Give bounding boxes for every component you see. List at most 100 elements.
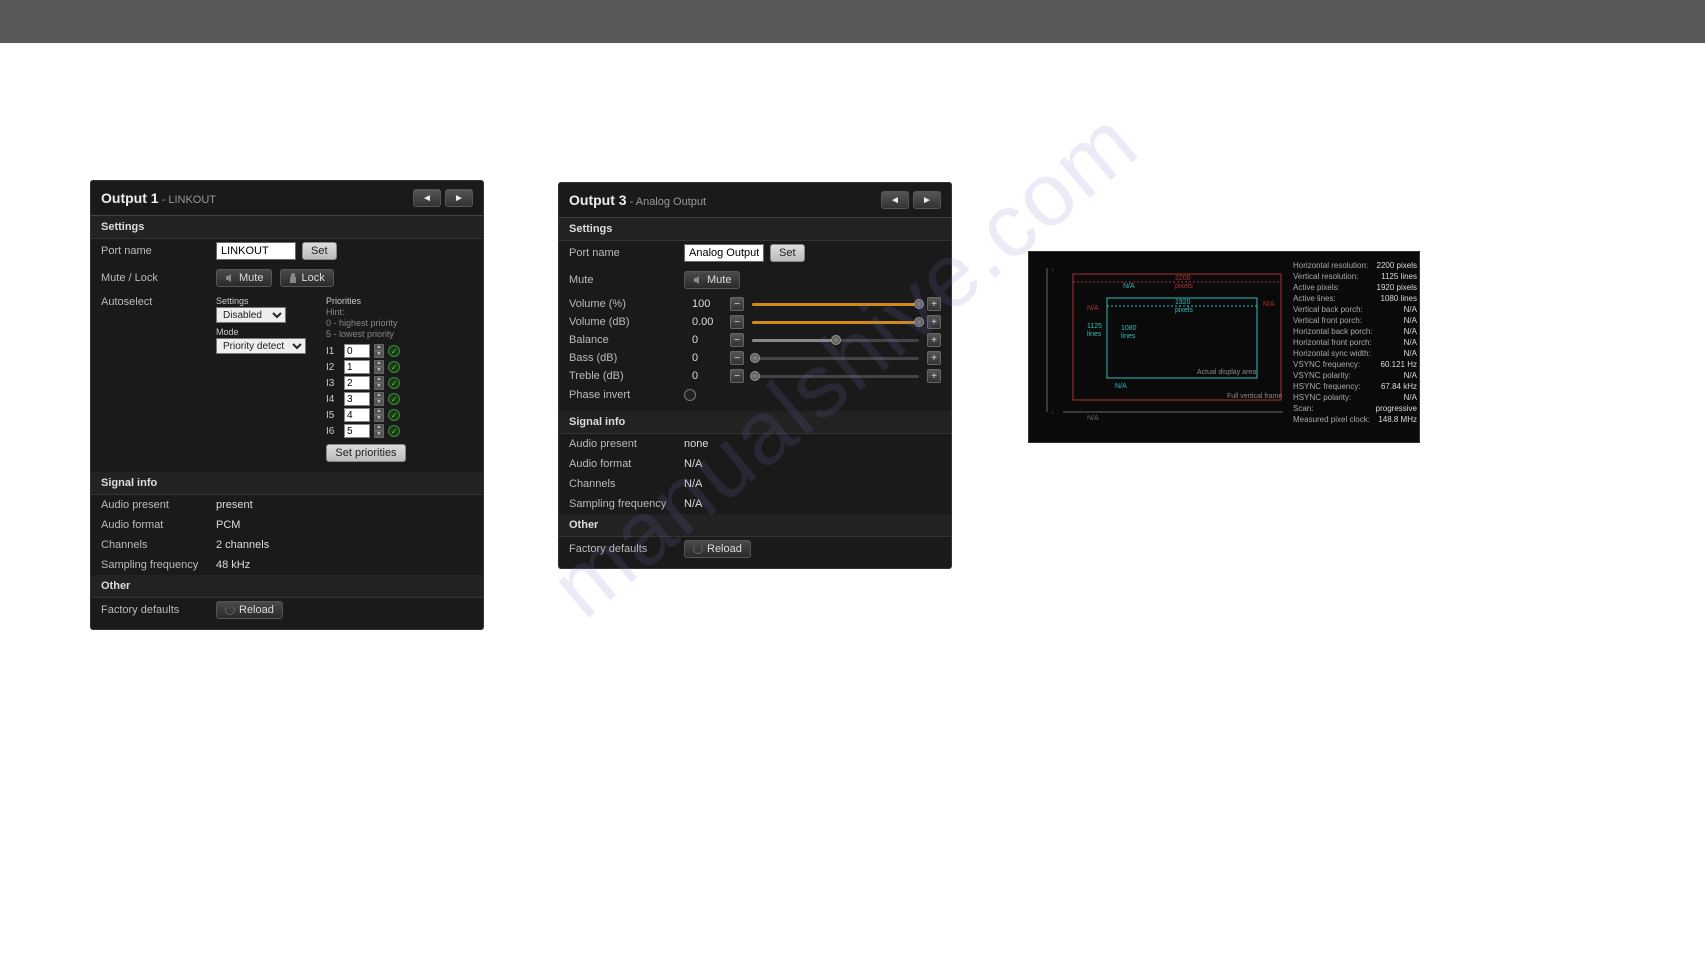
- spin-down[interactable]: ▼: [374, 431, 384, 438]
- slider-track[interactable]: [752, 321, 919, 324]
- timing-row: Horizontal sync width:N/A: [1293, 348, 1417, 359]
- prev-button[interactable]: ◄: [881, 191, 909, 209]
- check-icon: ✓: [388, 393, 400, 405]
- check-icon: ✓: [388, 345, 400, 357]
- spin-down[interactable]: ▼: [374, 415, 384, 422]
- svg-text:pixels: pixels: [1175, 283, 1193, 290]
- slider-track[interactable]: [752, 339, 919, 342]
- timing-value: 60.121 Hz: [1381, 359, 1417, 370]
- autoselect-settings-label: Settings: [216, 296, 326, 307]
- decrement-button[interactable]: −: [730, 351, 744, 365]
- priority-input[interactable]: [344, 360, 370, 374]
- port-name-input[interactable]: [216, 242, 296, 260]
- timing-diagram: ↑ ↓ N/A N/A N/A 1125 lines 1080 lines 22…: [1037, 260, 1289, 420]
- next-button[interactable]: ►: [445, 189, 473, 207]
- decrement-button[interactable]: −: [730, 333, 744, 347]
- signal-row: Audio presentpresent: [91, 495, 483, 515]
- increment-button[interactable]: +: [927, 369, 941, 383]
- slider-track[interactable]: [752, 375, 919, 378]
- port-name-label: Port name: [569, 247, 684, 259]
- timing-table: Horizontal resolution:2200 pixelsVertica…: [1293, 260, 1417, 425]
- autoselect-select[interactable]: Disabled: [216, 307, 286, 323]
- mute-lock-label: Mute / Lock: [101, 272, 216, 284]
- output3-title: Output 3: [569, 192, 627, 208]
- signal-row: Audio formatN/A: [559, 454, 951, 474]
- spin-down[interactable]: ▼: [374, 367, 384, 374]
- spin-down[interactable]: ▼: [374, 399, 384, 406]
- timing-row: Vertical resolution:1125 lines: [1293, 271, 1417, 282]
- increment-button[interactable]: +: [927, 297, 941, 311]
- increment-button[interactable]: +: [927, 333, 941, 347]
- signal-value: N/A: [684, 478, 702, 490]
- check-icon: ✓: [388, 425, 400, 437]
- spin-up[interactable]: ▲: [374, 424, 384, 431]
- check-icon: ✓: [388, 377, 400, 389]
- decrement-button[interactable]: −: [730, 297, 744, 311]
- timing-row: VSYNC frequency:60.121 Hz: [1293, 359, 1417, 370]
- decrement-button[interactable]: −: [730, 369, 744, 383]
- set-button[interactable]: Set: [302, 242, 337, 260]
- signal-value: N/A: [684, 458, 702, 470]
- spin-up[interactable]: ▲: [374, 392, 384, 399]
- slider-track[interactable]: [752, 303, 919, 306]
- slider-value: 0.00: [692, 316, 722, 328]
- speaker-icon: [225, 273, 235, 283]
- next-button[interactable]: ►: [913, 191, 941, 209]
- prev-button[interactable]: ◄: [413, 189, 441, 207]
- mute-button[interactable]: Mute: [216, 269, 272, 287]
- spin-down[interactable]: ▼: [374, 383, 384, 390]
- priority-input[interactable]: [344, 424, 370, 438]
- priority-input[interactable]: [344, 408, 370, 422]
- spin-up[interactable]: ▲: [374, 344, 384, 351]
- spin-down[interactable]: ▼: [374, 351, 384, 358]
- priority-input[interactable]: [344, 376, 370, 390]
- hint-line2: 0 - highest priority: [326, 318, 406, 329]
- signal-row: Audio presentnone: [559, 434, 951, 454]
- timing-key: Vertical front porch:: [1293, 315, 1362, 326]
- priority-input[interactable]: [344, 392, 370, 406]
- timing-row: HSYNC polarity:N/A: [1293, 392, 1417, 403]
- svg-text:↓: ↓: [1051, 409, 1055, 416]
- priority-label: I3: [326, 378, 340, 389]
- signal-info-header: Signal info: [91, 472, 483, 495]
- hint-line1: Hint:: [326, 307, 406, 318]
- priority-input[interactable]: [344, 344, 370, 358]
- set-priorities-button[interactable]: Set priorities: [326, 444, 406, 462]
- svg-text:pixels: pixels: [1175, 307, 1193, 314]
- increment-button[interactable]: +: [927, 351, 941, 365]
- set-button[interactable]: Set: [770, 244, 805, 262]
- timing-row: VSYNC polarity:N/A: [1293, 370, 1417, 381]
- timing-key: Active lines:: [1293, 293, 1336, 304]
- reload-button[interactable]: Reload: [216, 601, 283, 619]
- decrement-button[interactable]: −: [730, 315, 744, 329]
- spin-up[interactable]: ▲: [374, 408, 384, 415]
- lock-button[interactable]: Lock: [280, 269, 333, 287]
- mode-select[interactable]: Priority detect: [216, 338, 306, 354]
- reload-button[interactable]: Reload: [684, 540, 751, 558]
- mute-button[interactable]: Mute: [684, 271, 740, 289]
- signal-value: 2 channels: [216, 539, 269, 551]
- timing-value: 148.8 MHz: [1378, 414, 1417, 425]
- port-name-input[interactable]: [684, 244, 764, 262]
- signal-key: Audio format: [101, 519, 216, 531]
- phase-invert-radio[interactable]: [684, 389, 696, 401]
- priority-row: I6 ▲▼ ✓: [326, 424, 406, 438]
- spin-up[interactable]: ▲: [374, 360, 384, 367]
- slider-track[interactable]: [752, 357, 919, 360]
- timing-value: N/A: [1404, 392, 1417, 403]
- output3-subtitle: Analog Output: [636, 196, 706, 208]
- timing-row: HSYNC frequency:67.84 kHz: [1293, 381, 1417, 392]
- hint-line3: 5 - lowest priority: [326, 329, 406, 340]
- signal-value: N/A: [684, 498, 702, 510]
- slider-value: 0: [692, 370, 722, 382]
- check-icon: ✓: [388, 409, 400, 421]
- priority-row: I4 ▲▼ ✓: [326, 392, 406, 406]
- priority-label: I2: [326, 362, 340, 373]
- timing-key: Horizontal sync width:: [1293, 348, 1371, 359]
- output1-title: Output 1: [101, 190, 159, 206]
- increment-button[interactable]: +: [927, 315, 941, 329]
- spin-up[interactable]: ▲: [374, 376, 384, 383]
- signal-row: Audio formatPCM: [91, 515, 483, 535]
- settings-header: Settings: [91, 216, 483, 239]
- panel-title: Output 3 - Analog Output: [569, 192, 706, 208]
